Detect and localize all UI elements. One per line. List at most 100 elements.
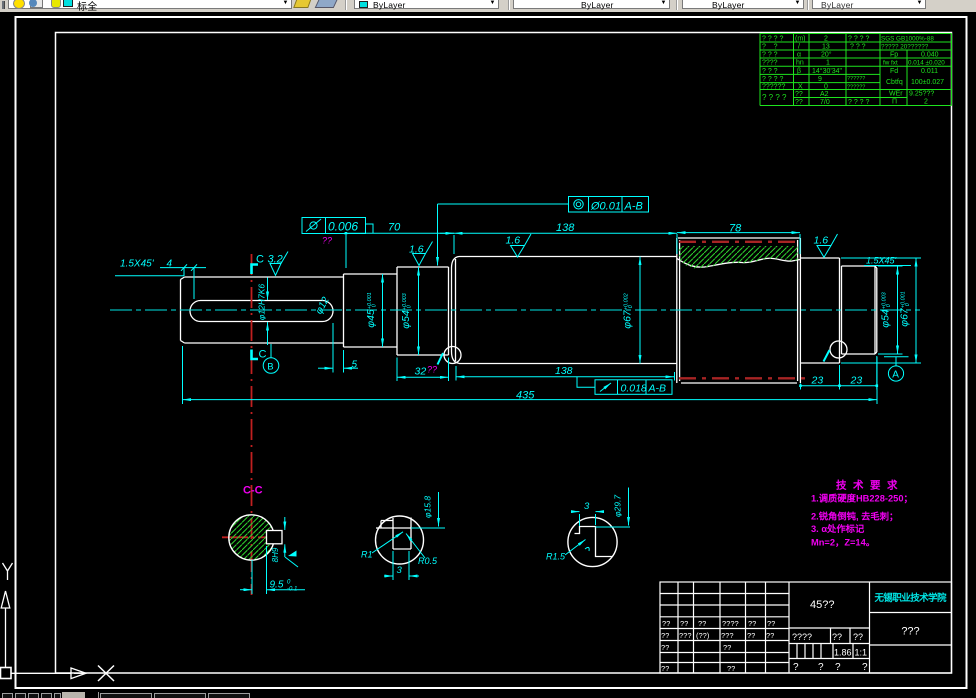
svg-text:3. α处作标记: 3. α处作标记 bbox=[811, 523, 865, 534]
svg-text:φ67+0.0010: φ67+0.0010 bbox=[899, 291, 911, 327]
svg-text:???: ??? bbox=[679, 631, 692, 640]
svg-text:0: 0 bbox=[287, 580, 291, 586]
svg-text:φ29.7: φ29.7 bbox=[613, 495, 623, 517]
svg-text:???: ??? bbox=[721, 631, 734, 640]
svg-text:7/0: 7/0 bbox=[820, 99, 830, 106]
svg-text:? ? ? ?: ? ? ? ? bbox=[762, 76, 784, 83]
svg-text:9: 9 bbox=[818, 76, 822, 83]
svg-text:? ? ? ?: ? ? ? ? bbox=[848, 99, 870, 106]
svg-text:???: ??? bbox=[901, 626, 919, 638]
svg-text:WEr: WEr bbox=[889, 91, 903, 98]
svg-text:??????: ?????? bbox=[847, 85, 865, 91]
svg-text:A2: A2 bbox=[820, 91, 829, 98]
svg-text:????? 20??????: ????? 20?????? bbox=[881, 44, 929, 51]
svg-text:??: ?? bbox=[747, 631, 755, 640]
svg-text:4: 4 bbox=[167, 259, 173, 270]
svg-text:X: X bbox=[798, 84, 803, 91]
svg-text:C: C bbox=[259, 349, 267, 361]
svg-text:??: ?? bbox=[853, 632, 863, 642]
svg-text:5: 5 bbox=[352, 360, 358, 371]
svg-text:Cbtfq: Cbtfq bbox=[886, 79, 903, 86]
svg-text:100±0.027: 100±0.027 bbox=[911, 79, 944, 86]
svg-text:? ? ? ?: ? ? ? ? bbox=[848, 36, 870, 43]
svg-text:α: α bbox=[797, 52, 801, 59]
svg-text:? ?: ? ? bbox=[762, 44, 778, 51]
svg-text:??: ?? bbox=[832, 632, 842, 642]
svg-text:2: 2 bbox=[924, 99, 928, 106]
svg-text:φ54+0.0030: φ54+0.0030 bbox=[880, 291, 892, 327]
svg-text:φ67+0.0020: φ67+0.0020 bbox=[622, 293, 634, 329]
svg-text:SGS GB1000%-88: SGS GB1000%-88 bbox=[881, 36, 934, 43]
svg-text:0: 0 bbox=[824, 84, 828, 91]
svg-text:??????: ?????? bbox=[762, 84, 785, 91]
svg-text:Mn=2，Z=14。: Mn=2，Z=14。 bbox=[811, 538, 875, 548]
svg-text:????: ???? bbox=[722, 619, 739, 628]
svg-text:(??): (??) bbox=[696, 631, 710, 640]
svg-text:/: / bbox=[798, 44, 800, 51]
svg-text:32: 32 bbox=[415, 366, 427, 378]
svg-text:3: 3 bbox=[584, 501, 590, 512]
svg-text:φ54+0.0030: φ54+0.0030 bbox=[400, 292, 412, 328]
svg-text:1:1: 1:1 bbox=[855, 648, 868, 658]
svg-text:fw fxt: fw fxt bbox=[883, 60, 898, 67]
svg-text:??: ?? bbox=[795, 91, 803, 98]
svg-text:2.锐角倒钝, 去毛刺；: 2.锐角倒钝, 去毛刺； bbox=[811, 511, 898, 523]
svg-text:??: ?? bbox=[662, 619, 670, 628]
svg-text:φ12H7K6: φ12H7K6 bbox=[257, 284, 267, 321]
svg-text:23: 23 bbox=[811, 375, 824, 387]
svg-text:无锡职业技术学院: 无锡职业技术学院 bbox=[874, 592, 947, 604]
svg-text:??: ?? bbox=[766, 631, 774, 640]
svg-text:0.018: 0.018 bbox=[621, 383, 647, 395]
svg-text:1.6: 1.6 bbox=[814, 235, 829, 247]
svg-text:9.5: 9.5 bbox=[270, 580, 284, 591]
svg-text:2: 2 bbox=[824, 36, 828, 43]
svg-text:1.86: 1.86 bbox=[834, 648, 852, 658]
svg-text:3: 3 bbox=[397, 565, 403, 576]
svg-text:??: ?? bbox=[661, 664, 669, 673]
svg-text:??: ?? bbox=[748, 619, 756, 628]
svg-text:β: β bbox=[797, 68, 801, 75]
svg-text:C: C bbox=[256, 254, 264, 266]
svg-text:13: 13 bbox=[822, 44, 830, 51]
svg-text:14°30'34": 14°30'34" bbox=[812, 67, 842, 75]
svg-text:A-B: A-B bbox=[648, 383, 667, 395]
svg-text:????: ???? bbox=[762, 60, 778, 67]
svg-text:? ? ?: ? ? ? bbox=[762, 68, 778, 75]
svg-text:? ? ? ?: ? ? ? ? bbox=[762, 93, 787, 102]
svg-text:1.5X45': 1.5X45' bbox=[866, 256, 897, 266]
svg-text:??: ?? bbox=[727, 664, 735, 673]
svg-text:Ø0.01: Ø0.01 bbox=[590, 201, 621, 213]
svg-text:1.调质硬度HB228-250；: 1.调质硬度HB228-250； bbox=[811, 493, 913, 505]
svg-text:??: ?? bbox=[427, 365, 437, 375]
svg-text:45??: 45?? bbox=[810, 599, 834, 611]
svg-text:1: 1 bbox=[826, 60, 830, 67]
svg-text:??: ?? bbox=[322, 236, 332, 246]
svg-text:??: ?? bbox=[680, 619, 688, 628]
svg-text:C-C: C-C bbox=[243, 485, 263, 497]
svg-text:-0.1: -0.1 bbox=[287, 587, 297, 593]
svg-text:9.25???: 9.25??? bbox=[909, 91, 934, 98]
svg-text:? ? ?: ? ? ? bbox=[850, 44, 866, 51]
svg-text:?: ? bbox=[862, 662, 868, 673]
svg-text:?: ? bbox=[793, 662, 799, 673]
svg-text:R0.5: R0.5 bbox=[418, 556, 438, 566]
svg-text:1.5X45': 1.5X45' bbox=[120, 259, 155, 270]
svg-text:23: 23 bbox=[850, 375, 863, 387]
svg-text:20°: 20° bbox=[821, 51, 832, 59]
svg-text:??: ?? bbox=[767, 619, 775, 628]
svg-text:φ45+0.0010: φ45+0.0010 bbox=[365, 292, 377, 328]
svg-text:138: 138 bbox=[556, 222, 575, 234]
svg-text:Fd: Fd bbox=[890, 68, 898, 75]
svg-text:??????: ?????? bbox=[847, 76, 865, 82]
svg-text:????: ???? bbox=[792, 632, 812, 642]
svg-text:8H9: 8H9 bbox=[271, 547, 280, 562]
svg-text:??: ?? bbox=[661, 643, 669, 652]
svg-text:φ12: φ12 bbox=[314, 295, 332, 316]
svg-text:138: 138 bbox=[555, 365, 573, 377]
svg-text:(m): (m) bbox=[795, 36, 806, 43]
svg-text:??: ?? bbox=[698, 619, 706, 628]
svg-text:0.011: 0.011 bbox=[921, 68, 938, 75]
svg-text:1.6: 1.6 bbox=[506, 235, 521, 247]
svg-text:435: 435 bbox=[516, 390, 535, 402]
svg-text:B: B bbox=[267, 361, 273, 372]
